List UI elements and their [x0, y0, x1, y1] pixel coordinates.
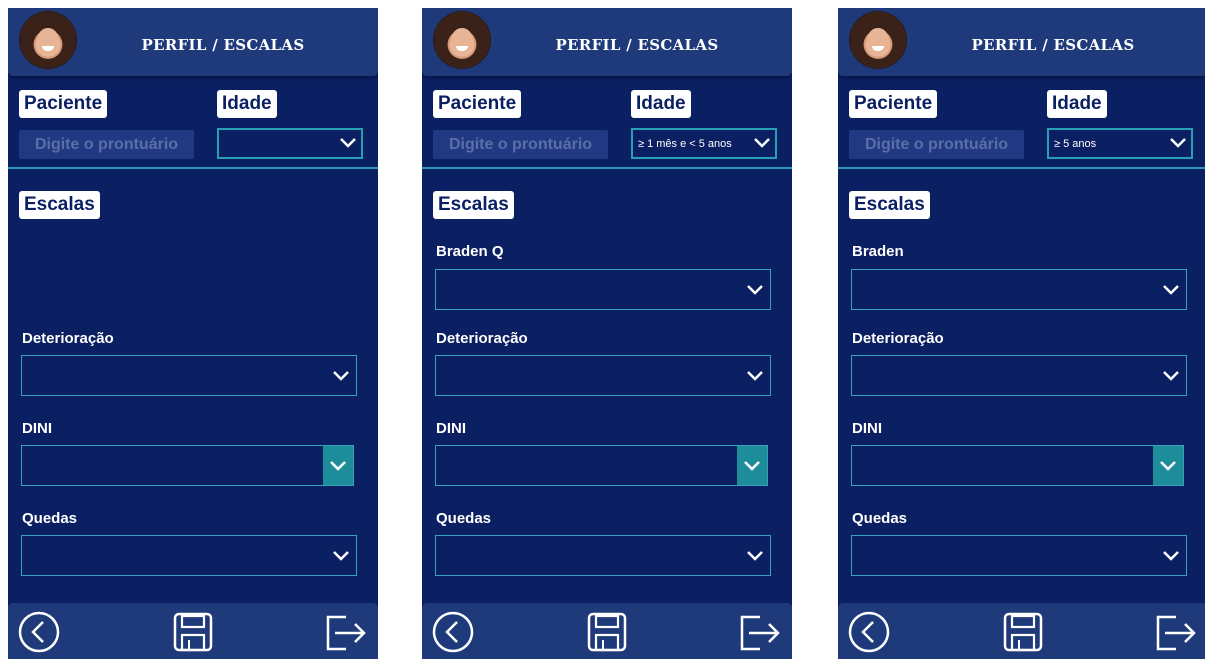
field-label-quedas: Quedas	[436, 510, 492, 527]
age-label: Idade	[1047, 90, 1107, 118]
chevron-down-icon	[1163, 285, 1179, 295]
field-label-quedas: Quedas	[22, 510, 78, 527]
app-header: PERFIL / ESCALAS	[838, 8, 1205, 76]
scales-label: Escalas	[19, 191, 100, 219]
age-select-value: ≥ 5 anos	[1054, 138, 1097, 150]
field-label-deterioracao: Deterioração	[22, 330, 114, 347]
age-select[interactable]: ≥ 5 anos	[1047, 128, 1193, 159]
logout-arrow-icon[interactable]	[1152, 609, 1198, 655]
age-select[interactable]: ≥ 1 mês e < 5 anos	[631, 128, 777, 159]
quedas-select[interactable]	[851, 535, 1187, 576]
chevron-down-icon	[747, 285, 763, 295]
scales-label: Escalas	[433, 191, 514, 219]
field-label-dini: DINI	[22, 420, 52, 437]
page-title: PERFIL / ESCALAS	[971, 36, 1135, 54]
chevron-down-icon	[1163, 371, 1179, 381]
section-divider	[422, 167, 792, 169]
screen-3: PERFIL / ESCALAS Paciente Idade ≥ 5 anos…	[838, 8, 1205, 659]
chevron-down-icon	[754, 138, 770, 148]
chevron-down-icon	[333, 371, 349, 381]
chevron-down-icon	[1160, 461, 1176, 471]
patient-label: Paciente	[849, 90, 938, 118]
app-header: PERFIL / ESCALAS	[422, 8, 792, 76]
prontuario-input[interactable]	[19, 130, 194, 159]
back-circle-icon[interactable]	[846, 609, 892, 655]
dini-chevron-box[interactable]	[1153, 446, 1183, 485]
footer-toolbar	[838, 603, 1205, 659]
chevron-down-icon	[340, 138, 356, 148]
chevron-down-icon	[747, 551, 763, 561]
field-label-quedas: Quedas	[852, 510, 908, 527]
dini-chevron-box[interactable]	[737, 446, 767, 485]
floppy-disk-icon[interactable]	[170, 609, 216, 655]
dini-select[interactable]	[21, 445, 354, 486]
field-label-dini: DINI	[852, 420, 882, 437]
section-divider	[8, 167, 378, 169]
footer-toolbar	[422, 603, 792, 659]
field-label-deterioracao: Deterioração	[852, 330, 944, 347]
dini-select[interactable]	[435, 445, 768, 486]
logout-arrow-icon[interactable]	[736, 609, 782, 655]
age-label: Idade	[217, 90, 277, 118]
deterioracao-select[interactable]	[435, 355, 771, 396]
screen-1: PERFIL / ESCALAS Paciente Idade Escalas …	[8, 8, 378, 659]
age-label: Idade	[631, 90, 691, 118]
footer-toolbar	[8, 603, 378, 659]
scales-label: Escalas	[849, 191, 930, 219]
dini-select[interactable]	[851, 445, 1184, 486]
age-select-value: ≥ 1 mês e < 5 anos	[638, 138, 732, 150]
field-label-dini: DINI	[436, 420, 466, 437]
quedas-select[interactable]	[435, 535, 771, 576]
chevron-down-icon	[333, 551, 349, 561]
patient-label: Paciente	[19, 90, 108, 118]
braden-q-select[interactable]	[435, 269, 771, 310]
app-header: PERFIL / ESCALAS	[8, 8, 378, 76]
back-circle-icon[interactable]	[430, 609, 476, 655]
deterioracao-select[interactable]	[21, 355, 357, 396]
chevron-down-icon	[1170, 138, 1186, 148]
age-select[interactable]	[217, 128, 363, 159]
section-divider	[838, 167, 1205, 169]
chevron-down-icon	[330, 461, 346, 471]
prontuario-input[interactable]	[849, 130, 1024, 159]
floppy-disk-icon[interactable]	[1000, 609, 1046, 655]
floppy-disk-icon[interactable]	[584, 609, 630, 655]
field-label-braden: Braden	[852, 243, 904, 260]
prontuario-input[interactable]	[433, 130, 608, 159]
deterioracao-select[interactable]	[851, 355, 1187, 396]
field-label-deterioracao: Deterioração	[436, 330, 528, 347]
page-title: PERFIL / ESCALAS	[141, 36, 305, 54]
dini-chevron-box[interactable]	[323, 446, 353, 485]
page-title: PERFIL / ESCALAS	[555, 36, 719, 54]
screen-2: PERFIL / ESCALAS Paciente Idade ≥ 1 mês …	[422, 8, 792, 659]
chevron-down-icon	[1163, 551, 1179, 561]
patient-label: Paciente	[433, 90, 522, 118]
chevron-down-icon	[747, 371, 763, 381]
back-circle-icon[interactable]	[16, 609, 62, 655]
braden-select[interactable]	[851, 269, 1187, 310]
chevron-down-icon	[744, 461, 760, 471]
quedas-select[interactable]	[21, 535, 357, 576]
field-label-braden-q: Braden Q	[436, 243, 504, 260]
logout-arrow-icon[interactable]	[322, 609, 368, 655]
